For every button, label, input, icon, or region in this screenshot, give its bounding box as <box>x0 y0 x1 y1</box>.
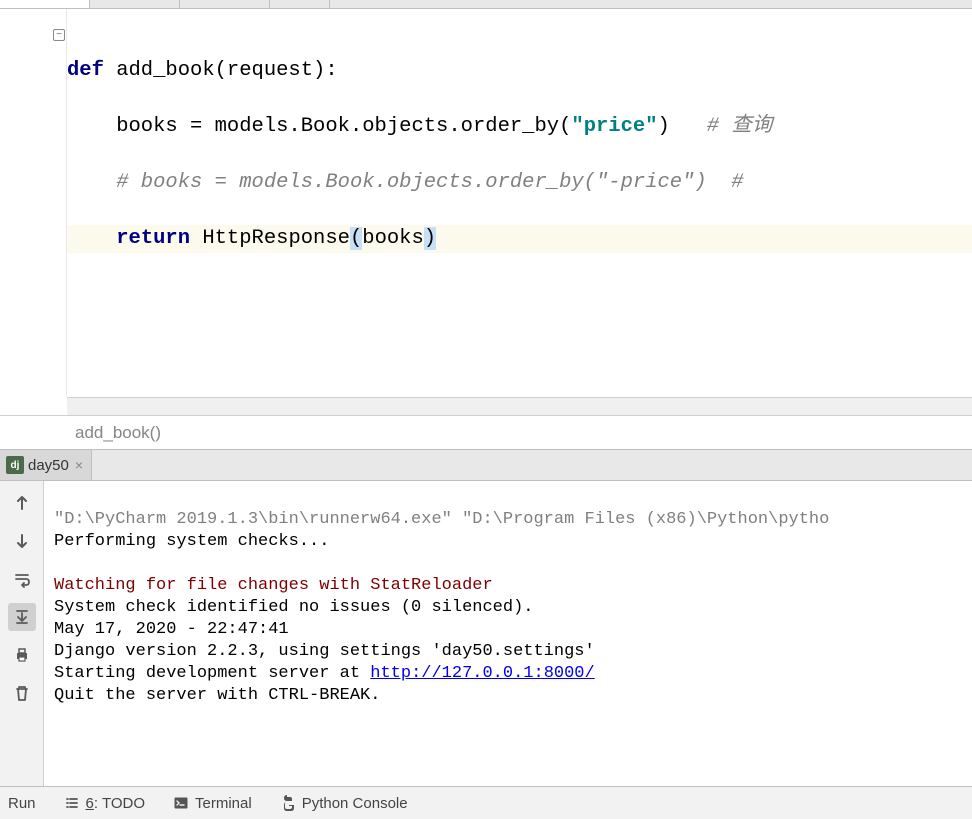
status-bar: Run 6: TODO Terminal Python Console <box>0 786 972 819</box>
code-comment: # 查询 <box>707 115 773 138</box>
list-icon <box>64 795 80 811</box>
terminal-tool-button[interactable]: Terminal <box>173 795 252 812</box>
code-editor[interactable]: − def add_book(request): books = models.… <box>0 9 972 397</box>
terminal-label: Terminal <box>195 795 252 812</box>
python-icon <box>280 795 296 811</box>
trash-icon[interactable] <box>8 679 36 707</box>
string-literal: "price" <box>571 115 657 138</box>
editor-tab[interactable] <box>270 0 330 8</box>
run-tab-row: dj day50 × <box>0 450 972 481</box>
code-text: books <box>362 227 424 250</box>
console-line: System check identified no issues (0 sil… <box>54 598 533 617</box>
keyword-return: return <box>116 227 190 250</box>
run-tool-window: dj day50 × <box>0 449 972 786</box>
code-text: ) <box>658 115 707 138</box>
run-tab-label: day50 <box>28 457 69 474</box>
keyword-def: def <box>67 59 104 82</box>
editor-tab-active[interactable] <box>0 0 90 8</box>
run-label: Run <box>8 795 36 812</box>
scroll-to-end-icon[interactable] <box>8 603 36 631</box>
close-icon[interactable]: × <box>73 457 83 473</box>
python-console-tool-button[interactable]: Python Console <box>280 795 408 812</box>
console-output[interactable]: "D:\PyCharm 2019.1.3\bin\runnerw64.exe" … <box>44 481 972 786</box>
up-arrow-icon[interactable] <box>8 489 36 517</box>
console-line: Watching for file changes with StatReloa… <box>54 576 493 595</box>
print-icon[interactable] <box>8 641 36 669</box>
code-text: HttpResponse <box>190 227 350 250</box>
console-line: Starting development server at <box>54 664 370 683</box>
console-line: Performing system checks... <box>54 532 329 551</box>
console-line: May 17, 2020 - 22:47:41 <box>54 620 289 639</box>
todo-tool-button[interactable]: 6: TODO <box>64 795 145 812</box>
terminal-icon <box>173 795 189 811</box>
editor-gutter: − <box>0 9 67 397</box>
editor-tab[interactable] <box>180 0 270 8</box>
console-line: Quit the server with CTRL-BREAK. <box>54 686 380 705</box>
paren-highlight: ) <box>424 227 436 250</box>
console-line: "D:\PyCharm 2019.1.3\bin\runnerw64.exe" … <box>54 510 829 529</box>
soft-wrap-icon[interactable] <box>8 565 36 593</box>
code-text: books = models.Book.objects.order_by( <box>67 115 571 138</box>
todo-label: 6: TODO <box>86 795 145 812</box>
console-line: Django version 2.2.3, using settings 'da… <box>54 642 595 661</box>
code-comment: # books = models.Book.objects.order_by("… <box>67 171 756 194</box>
paren-highlight: ( <box>350 227 362 250</box>
run-toolbar <box>0 481 44 786</box>
breadcrumb-item[interactable]: add_book() <box>75 423 161 443</box>
python-console-label: Python Console <box>302 795 408 812</box>
horizontal-scrollbar[interactable] <box>67 397 972 415</box>
editor-tab[interactable] <box>90 0 180 8</box>
run-config-tab[interactable]: dj day50 × <box>0 450 92 480</box>
breadcrumb-bar[interactable]: add_book() <box>0 415 972 449</box>
server-url-link[interactable]: http://127.0.0.1:8000/ <box>370 664 594 683</box>
code-area[interactable]: def add_book(request): books = models.Bo… <box>67 9 972 397</box>
django-icon: dj <box>6 456 24 474</box>
editor-tab-strip[interactable] <box>0 0 972 9</box>
run-tool-button[interactable]: Run <box>8 795 36 812</box>
down-arrow-icon[interactable] <box>8 527 36 555</box>
code-text: add_book(request): <box>104 59 338 82</box>
fold-toggle-icon[interactable]: − <box>53 29 65 41</box>
